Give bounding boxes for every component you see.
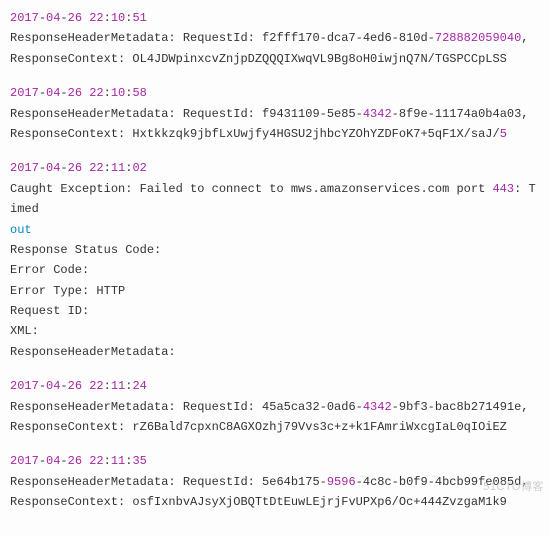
log-line: XML: xyxy=(10,321,540,341)
text-token: - xyxy=(39,161,46,175)
text-token: ResponseHeaderMetadata: RequestId: f2fff… xyxy=(10,31,435,45)
text-token: - xyxy=(60,454,67,468)
number-token: 22 xyxy=(89,454,103,468)
log-line: ResponseHeaderMetadata: RequestId: f9431… xyxy=(10,104,540,124)
number-token: 10 xyxy=(111,11,125,25)
log-line: ResponseContext: rZ6Bald7cpxnC8AGXOzhj79… xyxy=(10,417,540,437)
log-entry: 2017-04-26 22:11:35ResponseHeaderMetadat… xyxy=(10,451,540,512)
number-token: 2017 xyxy=(10,86,39,100)
log-line: Error Type: HTTP xyxy=(10,281,540,301)
text-token: - xyxy=(60,86,67,100)
text-token: ResponseHeaderMetadata: RequestId: 45a5c… xyxy=(10,400,363,414)
timestamp-line: 2017-04-26 22:10:51 xyxy=(10,8,540,28)
log-line: Request ID: xyxy=(10,301,540,321)
number-token: 26 xyxy=(68,161,82,175)
text-token: ResponseContext: rZ6Bald7cpxnC8AGXOzhj79… xyxy=(10,420,507,434)
number-token: 02 xyxy=(132,161,146,175)
text-token: : xyxy=(104,454,111,468)
log-line: Caught Exception: Failed to connect to m… xyxy=(10,179,540,220)
log-line: ResponseHeaderMetadata: RequestId: f2fff… xyxy=(10,28,540,48)
log-output: 2017-04-26 22:10:51ResponseHeaderMetadat… xyxy=(10,8,540,513)
log-entry: 2017-04-26 22:10:51ResponseHeaderMetadat… xyxy=(10,8,540,69)
log-line: out xyxy=(10,220,540,240)
text-token: Response Status Code: xyxy=(10,243,161,257)
text-token: : xyxy=(104,11,111,25)
number-token: 22 xyxy=(89,11,103,25)
text-token: -9bf3-bac8b271491e, xyxy=(392,400,529,414)
number-token: 5 xyxy=(500,127,507,141)
number-token: 4342 xyxy=(363,400,392,414)
number-token: 728882059040 xyxy=(435,31,521,45)
number-token: 22 xyxy=(89,161,103,175)
number-token: 10 xyxy=(111,86,125,100)
log-line: ResponseHeaderMetadata: RequestId: 5e64b… xyxy=(10,472,540,492)
number-token: 04 xyxy=(46,379,60,393)
log-line: ResponseHeaderMetadata: RequestId: 45a5c… xyxy=(10,397,540,417)
number-token: 24 xyxy=(132,379,146,393)
timestamp-line: 2017-04-26 22:11:24 xyxy=(10,376,540,396)
text-token: ResponseContext: OL4JDWpinxcvZnjpDZQQQIX… xyxy=(10,52,507,66)
text-token: Error Code: xyxy=(10,263,89,277)
number-token: 26 xyxy=(68,11,82,25)
number-token: 26 xyxy=(68,379,82,393)
number-token: 26 xyxy=(68,454,82,468)
number-token: 51 xyxy=(132,11,146,25)
text-token: - xyxy=(60,379,67,393)
text-token: -4c8c-b0f9-4bcb99fe085d, xyxy=(356,475,529,489)
number-token: 11 xyxy=(111,379,125,393)
number-token: 2017 xyxy=(10,454,39,468)
text-token: - xyxy=(39,454,46,468)
number-token: 11 xyxy=(111,454,125,468)
text-token: ResponseContext: Hxtkkzqk9jbfLxUwjfy4HGS… xyxy=(10,127,500,141)
log-line: Error Code: xyxy=(10,260,540,280)
number-token: 04 xyxy=(46,86,60,100)
text-token: XML: xyxy=(10,324,39,338)
text-token: ResponseHeaderMetadata: xyxy=(10,345,176,359)
number-token: 35 xyxy=(132,454,146,468)
timestamp-line: 2017-04-26 22:11:35 xyxy=(10,451,540,471)
text-token: : xyxy=(104,86,111,100)
text-token: ResponseHeaderMetadata: RequestId: 5e64b… xyxy=(10,475,327,489)
number-token: 22 xyxy=(89,379,103,393)
number-token: 04 xyxy=(46,454,60,468)
text-token: - xyxy=(39,11,46,25)
number-token: 58 xyxy=(132,86,146,100)
text-token: : xyxy=(104,379,111,393)
number-token: 04 xyxy=(46,11,60,25)
text-token: ResponseHeaderMetadata: RequestId: f9431… xyxy=(10,107,363,121)
text-token: ResponseContext: osfIxnbvAJsyXjOBQTtDtEu… xyxy=(10,495,507,509)
number-token: 2017 xyxy=(10,379,39,393)
number-token: 9596 xyxy=(327,475,356,489)
number-token: 04 xyxy=(46,161,60,175)
log-line: ResponseHeaderMetadata: xyxy=(10,342,540,362)
number-token: 2017 xyxy=(10,161,39,175)
timestamp-line: 2017-04-26 22:10:58 xyxy=(10,83,540,103)
log-line: Response Status Code: xyxy=(10,240,540,260)
text-token: , xyxy=(521,31,528,45)
number-token: 26 xyxy=(68,86,82,100)
log-entry: 2017-04-26 22:11:02Caught Exception: Fai… xyxy=(10,158,540,362)
log-line: ResponseContext: OL4JDWpinxcvZnjpDZQQQIX… xyxy=(10,49,540,69)
log-line: ResponseContext: osfIxnbvAJsyXjOBQTtDtEu… xyxy=(10,492,540,512)
number-token: 22 xyxy=(89,86,103,100)
log-entry: 2017-04-26 22:11:24ResponseHeaderMetadat… xyxy=(10,376,540,437)
number-token: 443 xyxy=(492,182,514,196)
number-token: 2017 xyxy=(10,11,39,25)
text-token: - xyxy=(60,11,67,25)
text-token: - xyxy=(60,161,67,175)
number-token: 11 xyxy=(111,161,125,175)
log-line: ResponseContext: Hxtkkzqk9jbfLxUwjfy4HGS… xyxy=(10,124,540,144)
text-token: Request ID: xyxy=(10,304,89,318)
number-token: 4342 xyxy=(363,107,392,121)
text-token: Error Type: HTTP xyxy=(10,284,125,298)
text-token: -8f9e-11174a0b4a03, xyxy=(392,107,529,121)
text-token: Caught Exception: Failed to connect to m… xyxy=(10,182,492,196)
keyword-token: out xyxy=(10,223,32,237)
text-token: : xyxy=(104,161,111,175)
text-token: - xyxy=(39,379,46,393)
text-token: - xyxy=(39,86,46,100)
log-entry: 2017-04-26 22:10:58ResponseHeaderMetadat… xyxy=(10,83,540,144)
timestamp-line: 2017-04-26 22:11:02 xyxy=(10,158,540,178)
